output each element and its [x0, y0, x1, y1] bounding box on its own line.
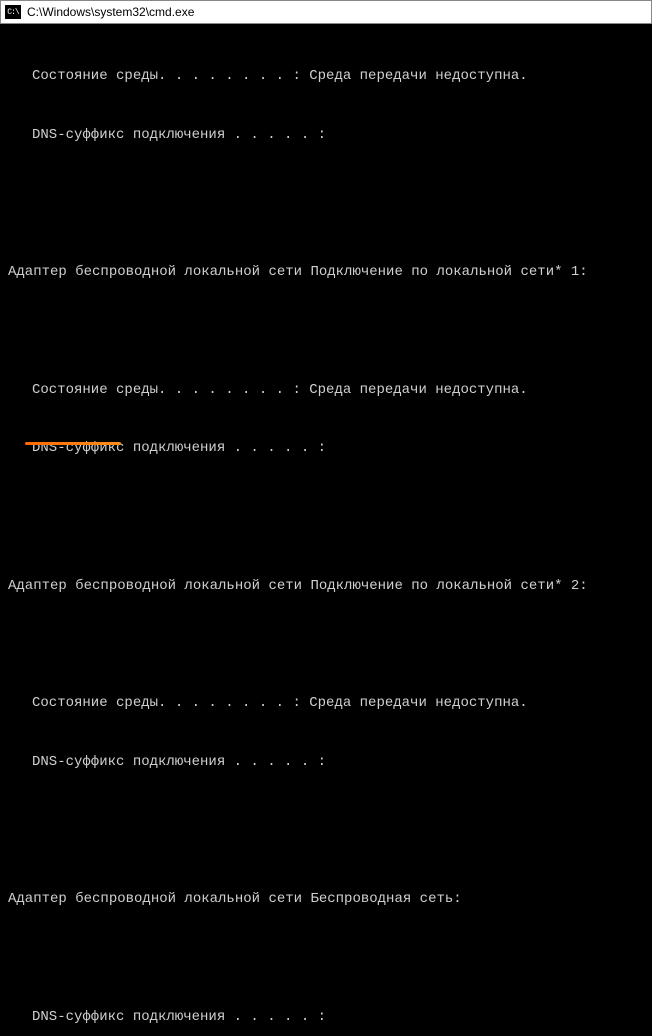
adapter-header: Адаптер беспроводной локальной сети Подк… — [8, 577, 644, 597]
dns-suffix-line: DNS-суффикс подключения . . . . . : — [8, 753, 644, 773]
blank-line — [8, 322, 644, 342]
adapter-header: Адаптер беспроводной локальной сети Бесп… — [8, 890, 644, 910]
media-state-line: Состояние среды. . . . . . . . : Среда п… — [8, 694, 644, 714]
titlebar: C:\ C:\Windows\system32\cmd.exe — [0, 0, 652, 24]
blank-line — [8, 498, 644, 518]
blank-line — [8, 949, 644, 969]
media-state-line: Состояние среды. . . . . . . . : Среда п… — [8, 381, 644, 401]
window-title: C:\Windows\system32\cmd.exe — [27, 5, 194, 19]
blank-line — [8, 635, 644, 655]
media-state-line: Состояние среды. . . . . . . . : Среда п… — [8, 67, 644, 87]
highlight-underline — [25, 442, 121, 445]
adapter-header: Адаптер беспроводной локальной сети Подк… — [8, 263, 644, 283]
cmd-icon: C:\ — [5, 5, 21, 19]
terminal-output: Состояние среды. . . . . . . . : Среда п… — [0, 24, 652, 1036]
blank-line — [8, 185, 644, 205]
dns-suffix-line: DNS-суффикс подключения . . . . . : — [8, 126, 644, 146]
dns-suffix-line: DNS-суффикс подключения . . . . . : — [8, 1008, 644, 1028]
blank-line — [8, 812, 644, 832]
